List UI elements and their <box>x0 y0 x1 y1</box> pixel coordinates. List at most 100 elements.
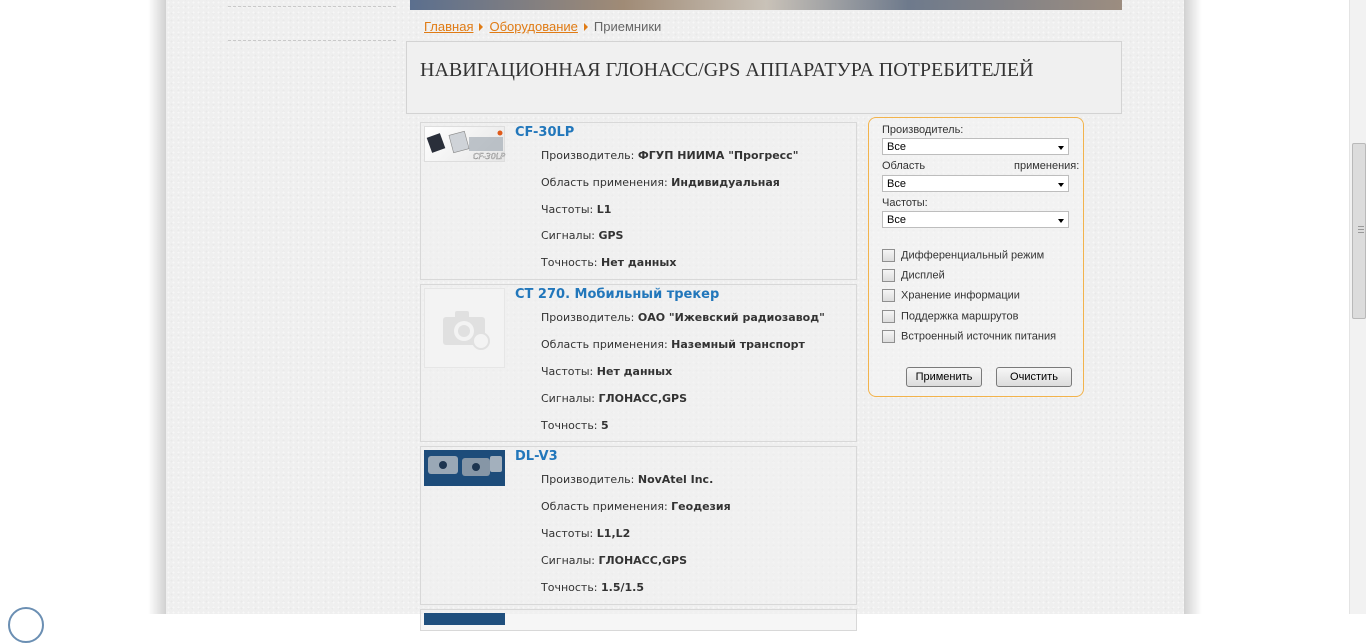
product-name-link[interactable]: CT 270. Мобильный трекер <box>515 287 719 302</box>
corner-round-icon[interactable] <box>8 607 44 643</box>
product-signals: Сигналы: ГЛОНАСС,GPS <box>541 392 687 405</box>
vertical-scrollbar[interactable] <box>1349 0 1366 614</box>
product-manufacturer: Производитель: ФГУП НИИМА "Прогресс" <box>541 149 798 162</box>
frequency-select[interactable]: Все <box>882 211 1069 228</box>
product-card: DL-V3 Производитель: NovAtel Inc. Област… <box>420 446 857 605</box>
product-area: Область применения: Индивидуальная <box>541 176 780 189</box>
grip-line <box>1358 232 1364 233</box>
checkbox-label: Поддержка маршрутов <box>901 310 1019 323</box>
page-shadow-right <box>1184 0 1202 614</box>
differential-mode-checkbox[interactable] <box>882 249 895 262</box>
clear-button[interactable]: Очистить <box>996 367 1072 387</box>
attr-value: Нет данных <box>596 365 673 378</box>
breadcrumb: Главная Оборудование Приемники <box>424 19 661 34</box>
product-area: Область применения: Геодезия <box>541 500 731 513</box>
chevron-down-icon <box>1058 219 1064 223</box>
product-thumbnail[interactable]: CF-30LP <box>424 126 505 162</box>
sidebar-divider <box>228 40 396 42</box>
checkbox-row: Хранение информации <box>882 289 1020 302</box>
grip-line <box>1358 229 1364 230</box>
chevron-down-icon <box>1058 183 1064 187</box>
route-support-checkbox[interactable] <box>882 310 895 323</box>
attr-label: Производитель: <box>541 473 635 486</box>
attr-value: GPS <box>598 229 624 242</box>
attr-label: Сигналы: <box>541 392 595 405</box>
attr-label: Сигналы: <box>541 554 595 567</box>
sidebar-divider <box>228 6 396 8</box>
attr-value: L1 <box>596 203 612 216</box>
breadcrumb-equipment-link[interactable]: Оборудование <box>489 19 577 34</box>
product-manufacturer: Производитель: ОАО "Ижевский радиозавод" <box>541 311 825 324</box>
attr-label: Точность: <box>541 419 598 432</box>
camera-placeholder-icon <box>443 311 490 350</box>
product-card: CT 270. Мобильный трекер Производитель: … <box>420 284 857 442</box>
product-frequencies: Частоты: Нет данных <box>541 365 672 378</box>
product-thumbnail[interactable] <box>424 450 505 486</box>
page-container: Главная Оборудование Приемники НАВИГАЦИОНН… <box>166 0 1184 631</box>
attr-value: NovAtel Inc. <box>637 473 714 486</box>
attr-value: ГЛОНАСС,GPS <box>598 554 688 567</box>
product-name-link[interactable]: DL-V3 <box>515 449 558 464</box>
attr-value: 1.5/1.5 <box>601 581 645 594</box>
attr-label: Производитель: <box>541 311 635 324</box>
attr-label: Производитель: <box>541 149 635 162</box>
attr-label: Область применения: <box>541 338 668 351</box>
attr-label: Точность: <box>541 256 598 269</box>
scrollbar-thumb[interactable] <box>1352 143 1366 319</box>
attr-label: Частоты: <box>541 527 594 540</box>
attr-label: Область применения: <box>541 176 668 189</box>
filter-panel: Производитель: Все Область применения: В… <box>868 117 1084 397</box>
checkbox-row: Дисплей <box>882 269 945 282</box>
checkbox-label: Дисплей <box>901 269 945 282</box>
attr-label: Область применения: <box>541 500 668 513</box>
data-storage-checkbox[interactable] <box>882 289 895 302</box>
chevron-down-icon <box>1058 146 1064 150</box>
checkbox-label: Хранение информации <box>901 289 1020 302</box>
manufacturer-select-value: Все <box>887 141 906 153</box>
attr-value: Нет данных <box>601 256 677 269</box>
product-signals: Сигналы: ГЛОНАСС,GPS <box>541 554 687 567</box>
product-frequencies: Частоты: L1 <box>541 203 611 216</box>
product-accuracy: Точность: 5 <box>541 419 609 432</box>
page-shadow-left <box>148 0 166 614</box>
attr-label: Частоты: <box>541 203 594 216</box>
product-manufacturer: Производитель: NovAtel Inc. <box>541 473 713 486</box>
area-select[interactable]: Все <box>882 175 1069 192</box>
filter-frequency-label: Частоты: <box>882 197 928 209</box>
grip-line <box>1358 226 1364 227</box>
product-thumbnail[interactable] <box>424 288 505 368</box>
filter-manufacturer-label: Производитель: <box>882 124 964 136</box>
page-title: НАВИГАЦИОННАЯ ГЛОНАСС/GPS АППАРАТУРА ПОТ… <box>420 59 1034 81</box>
product-name-link[interactable]: CF-30LP <box>515 125 574 140</box>
product-signals: Сигналы: GPS <box>541 229 623 242</box>
checkbox-row: Дифференциальный режим <box>882 249 1044 262</box>
breadcrumb-home-link[interactable]: Главная <box>424 19 473 34</box>
checkbox-label: Дифференциальный режим <box>901 249 1045 262</box>
product-accuracy: Точность: 1.5/1.5 <box>541 581 644 594</box>
attr-value: ФГУП НИИМА "Прогресс" <box>637 149 799 162</box>
checkbox-row: Поддержка маршрутов <box>882 310 1018 323</box>
page-title-box: НАВИГАЦИОННАЯ ГЛОНАСС/GPS АППАРАТУРА ПОТ… <box>406 41 1122 114</box>
attr-value: Наземный транспорт <box>671 338 805 351</box>
product-thumb-label: CF-30LP <box>473 152 505 161</box>
attr-label: Точность: <box>541 581 598 594</box>
manufacturer-select[interactable]: Все <box>882 138 1069 155</box>
filter-area-label-part1: Область <box>882 160 926 172</box>
product-thumbnail[interactable] <box>424 613 505 625</box>
header-banner-image <box>410 0 1122 10</box>
product-card <box>420 609 857 631</box>
checkbox-label: Встроенный источник питания <box>901 330 1057 343</box>
attr-value: Геодезия <box>671 500 731 513</box>
attr-label: Сигналы: <box>541 229 595 242</box>
display-checkbox[interactable] <box>882 269 895 282</box>
product-frequencies: Частоты: L1,L2 <box>541 527 630 540</box>
product-area: Область применения: Наземный транспорт <box>541 338 805 351</box>
built-in-power-checkbox[interactable] <box>882 330 895 343</box>
frequency-select-value: Все <box>887 214 906 226</box>
attr-value: L1,L2 <box>596 527 631 540</box>
checkbox-row: Встроенный источник питания <box>882 330 1056 343</box>
attr-label: Частоты: <box>541 365 594 378</box>
attr-value: Индивидуальная <box>671 176 780 189</box>
breadcrumb-current: Приемники <box>593 19 662 34</box>
apply-button[interactable]: Применить <box>906 367 982 387</box>
